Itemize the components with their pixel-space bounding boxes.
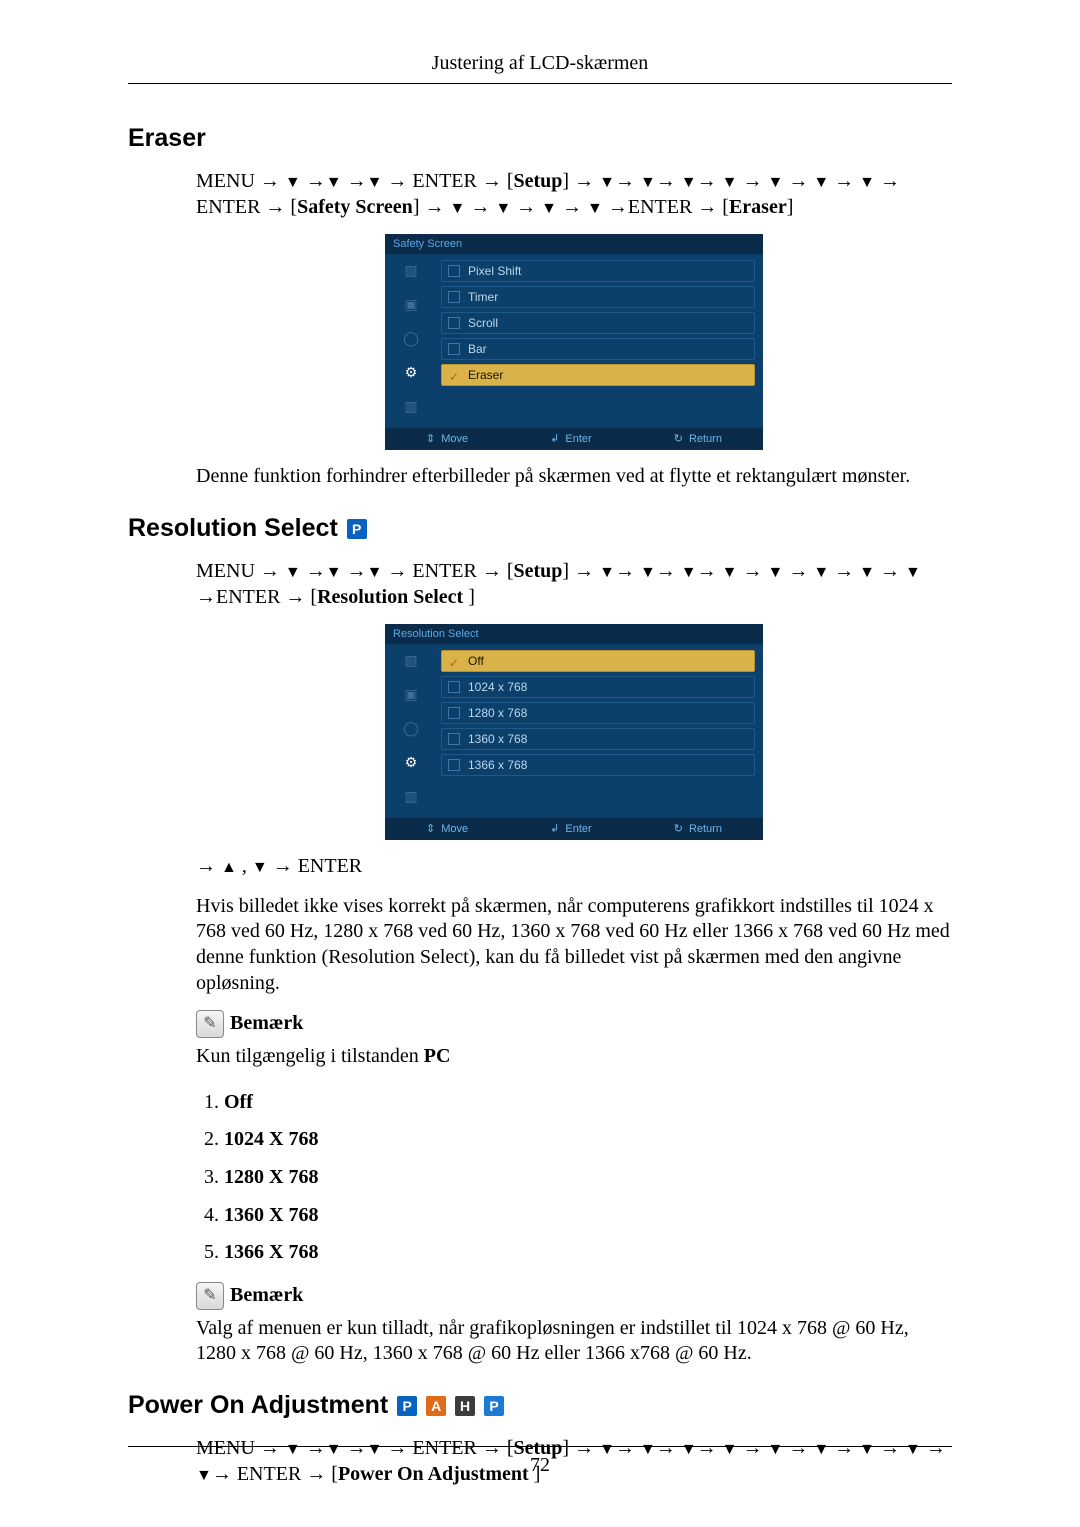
- osd-item-scroll: Scroll: [441, 312, 755, 334]
- opt-1024: 1024 X 768: [224, 1121, 952, 1159]
- osd-sidebar: ▧ ▣ ◯ ⚙ ▥: [385, 644, 437, 818]
- note-icon: ✎: [196, 1282, 224, 1310]
- osd-item-1280: 1280 x 768: [441, 702, 755, 724]
- osd-item-1360: 1360 x 768: [441, 728, 755, 750]
- opt-1280: 1280 X 768: [224, 1159, 952, 1197]
- osd-sidebar: ▧ ▣ ◯ ⚙ ▥: [385, 254, 437, 428]
- eraser-menu-path: MENU → ▼ →▼ →▼ → ENTER → [Setup] → ▼→ ▼→…: [196, 169, 952, 220]
- osd-menu: ✓Off 1024 x 768 1280 x 768 1360 x 768 13…: [437, 644, 763, 818]
- osd-resolution-select: Resolution Select ▧ ▣ ◯ ⚙ ▥ ✓Off 1024 x …: [385, 624, 763, 840]
- section-title-eraser: Eraser: [128, 124, 952, 153]
- bottom-rule: [128, 1446, 952, 1447]
- resolution-description: Hvis billedet ikke vises korrekt på skær…: [196, 894, 952, 996]
- av-badge-icon: A: [426, 1396, 446, 1416]
- resolution-options-list: Off 1024 X 768 1280 X 768 1360 X 768 136…: [196, 1084, 952, 1272]
- section-title-poweron: Power On Adjustment P A H P: [128, 1391, 952, 1420]
- enter-icon: ↲: [550, 432, 559, 446]
- osd-item-off: ✓Off: [441, 650, 755, 672]
- pc-badge-icon: P: [347, 519, 367, 539]
- resolution-nav-hint: → ▲ , ▼ → ENTER: [196, 854, 952, 880]
- resolution-menu-path: MENU → ▼ →▼ →▼ → ENTER → [Setup] → ▼→ ▼→…: [196, 559, 952, 610]
- return-icon: ↻: [674, 432, 683, 446]
- hdmi-badge-icon: H: [455, 1396, 475, 1416]
- osd-item-1366: 1366 x 768: [441, 754, 755, 776]
- setup-icon: ⚙: [400, 752, 422, 774]
- section-title-resolution: Resolution Select P: [128, 514, 952, 543]
- osd-footer: ⇕Move ↲Enter ↻Return: [385, 428, 763, 450]
- dp-badge-icon: P: [484, 1396, 504, 1416]
- channel-icon: ◯: [400, 328, 422, 350]
- note-2-text: Valg af menuen er kun tilladt, når grafi…: [196, 1316, 952, 1367]
- osd-item-pixel-shift: Pixel Shift: [441, 260, 755, 282]
- multi-icon: ▥: [400, 786, 422, 808]
- osd-item-bar: Bar: [441, 338, 755, 360]
- move-icon: ⇕: [426, 432, 435, 446]
- enter-icon: ↲: [550, 822, 559, 836]
- osd-title: Safety Screen: [385, 234, 763, 254]
- osd-item-eraser: ✓Eraser: [441, 364, 755, 386]
- multi-icon: ▥: [400, 396, 422, 418]
- osd-item-timer: Timer: [441, 286, 755, 308]
- opt-1366: 1366 X 768: [224, 1234, 952, 1272]
- note-1: ✎ Bemærk: [196, 1010, 952, 1038]
- osd-item-1024: 1024 x 768: [441, 676, 755, 698]
- opt-off: Off: [224, 1084, 952, 1122]
- sound-icon: ▣: [400, 684, 422, 706]
- opt-1360: 1360 X 768: [224, 1197, 952, 1235]
- move-icon: ⇕: [426, 822, 435, 836]
- note-icon: ✎: [196, 1010, 224, 1038]
- sound-icon: ▣: [400, 294, 422, 316]
- eraser-description: Denne funktion forhindrer efterbilleder …: [196, 464, 952, 490]
- return-icon: ↻: [674, 822, 683, 836]
- note-2: ✎ Bemærk: [196, 1282, 952, 1310]
- pc-badge-icon: P: [397, 1396, 417, 1416]
- osd-title: Resolution Select: [385, 624, 763, 644]
- picture-icon: ▧: [400, 260, 422, 282]
- running-header: Justering af LCD-skærmen: [128, 52, 952, 83]
- setup-icon: ⚙: [400, 362, 422, 384]
- note-1-text: Kun tilgængelig i tilstanden PC: [196, 1044, 952, 1070]
- page-number: 72: [0, 1454, 1080, 1477]
- top-rule: [128, 83, 952, 84]
- channel-icon: ◯: [400, 718, 422, 740]
- picture-icon: ▧: [400, 650, 422, 672]
- osd-footer: ⇕Move ↲Enter ↻Return: [385, 818, 763, 840]
- osd-safety-screen: Safety Screen ▧ ▣ ◯ ⚙ ▥ Pixel Shift Time…: [385, 234, 763, 450]
- osd-menu: Pixel Shift Timer Scroll Bar ✓Eraser: [437, 254, 763, 428]
